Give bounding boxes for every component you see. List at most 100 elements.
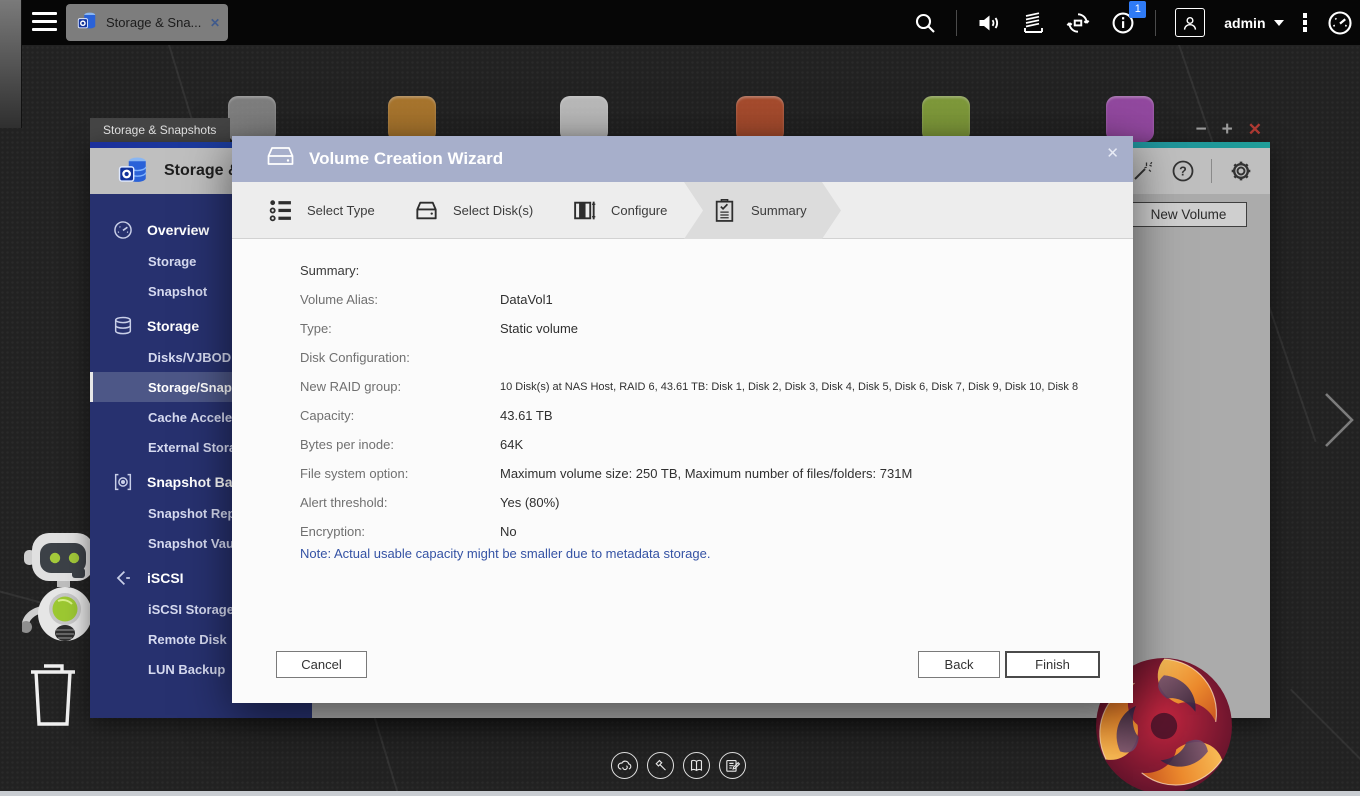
notification-badge: 1 [1129,1,1146,18]
svg-text:?: ? [1179,165,1187,179]
summary-label: Encryption: [300,524,500,539]
wizard-wand-icon[interactable] [1131,159,1155,183]
summary-value: 43.61 TB [500,408,553,423]
user-avatar-icon[interactable] [1175,8,1205,37]
tab-close-icon[interactable]: ✕ [210,16,220,30]
sidebar-item-label: LUN Backup [148,662,225,677]
recycle-bin-icon[interactable] [24,656,82,735]
list-icon [268,198,293,223]
summary-label: Alert threshold: [300,495,500,510]
new-volume-button[interactable]: New Volume [1130,202,1247,227]
top-bar-actions: 1 admin [913,0,1354,45]
wizard-steps-bar: Select Type Select Disk(s) Configure Summar… [232,182,1133,239]
summary-row-file-system-option: File system option:Maximum volume size: … [300,459,1100,488]
storage-snapshots-tab-icon [76,9,98,36]
sidebar-item-label: Storage [148,254,196,269]
background-tasks-icon[interactable] [1021,11,1046,35]
window-maximize-button[interactable]: + [1222,119,1233,141]
feedback-icon[interactable] [719,752,746,779]
wizard-step-select-disk-s: Select Disk(s) [414,182,533,239]
desktop-seam [1290,689,1360,782]
tab-label: Storage & Sna... [106,15,202,30]
sidebar-item-label: Snapshot [148,284,207,299]
checklist-icon [712,198,737,223]
step-label: Summary [751,203,807,218]
open-app-tab[interactable]: Storage & Sna... ✕ [66,4,228,41]
summary-value: DataVol1 [500,292,553,307]
summary-label: New RAID group: [300,379,500,394]
bottom-edge-strip [0,791,1360,796]
dashboard-gauge-icon[interactable] [1326,9,1354,37]
step-label: Configure [611,203,667,218]
summary-label: Volume Alias: [300,292,500,307]
notifications-info-icon[interactable]: 1 [1110,10,1136,36]
search-icon[interactable] [913,11,937,35]
desktop-dock [611,752,746,779]
topbar-divider [956,10,957,36]
summary-row-type: Type:Static volume [300,314,1100,343]
admin-user-menu[interactable]: admin [1224,15,1283,31]
summary-value: Static volume [500,321,578,336]
dialog-close-icon[interactable]: ✕ [1106,144,1119,162]
summary-row-volume-alias: Volume Alias:DataVol1 [300,285,1100,314]
storage-snapshots-app-icon [116,152,150,191]
drive-icon [266,145,295,173]
finish-button[interactable]: Finish [1005,651,1100,678]
dialog-header: Volume Creation Wizard ✕ [232,136,1133,182]
top-bar: Storage & Sna... ✕ [0,0,1360,45]
window-minimize-button[interactable]: − [1196,119,1207,141]
dialog-title: Volume Creation Wizard [309,149,503,169]
help-icon[interactable]: ? [1171,159,1195,183]
summary-value: 64K [500,437,523,452]
summary-row-disk-configuration: Disk Configuration: [300,343,1100,372]
wizard-step-summary: Summary [712,182,807,239]
book-icon[interactable] [683,752,710,779]
gauge-icon [112,219,134,241]
summary-value: Yes (80%) [500,495,560,510]
settings-gear-icon[interactable] [1228,158,1254,184]
camera-icon [112,471,134,493]
window-header-actions: ? [1131,148,1254,194]
summary-row-alert-threshold: Alert threshold:Yes (80%) [300,488,1100,517]
volume-speaker-icon[interactable] [976,11,1002,35]
sidebar-item-label: iSCSI Storage [148,602,234,617]
iscsi-icon [112,567,134,589]
sidebar-item-label: Remote Disk [148,632,227,647]
admin-username: admin [1224,15,1265,31]
database-icon [112,315,134,337]
cloud-icon[interactable] [611,752,638,779]
window-close-button[interactable]: ✕ [1248,119,1262,141]
summary-label: Disk Configuration: [300,350,500,365]
summary-label: Capacity: [300,408,500,423]
summary-note: Note: Actual usable capacity might be sm… [300,546,710,561]
window-title-tab[interactable]: Storage & Snapshots [90,118,230,142]
volume-creation-wizard-dialog: Volume Creation Wizard ✕ Select TypeSele… [232,136,1133,703]
sidebar-item-label: iSCSI [147,570,184,586]
sidebar-item-label: Overview [147,222,209,238]
external-device-sync-icon[interactable] [1065,10,1091,36]
back-button[interactable]: Back [918,651,1000,678]
summary-row-summary: Summary: [300,256,1100,285]
qts-desktop: Storage & Snapshots − + ✕ [0,0,1360,796]
sidebar-item-label: Storage [147,318,199,334]
summary-value: No [500,524,517,539]
tools-icon[interactable] [647,752,674,779]
columns-icon [572,198,597,223]
summary-row-encryption: Encryption:No [300,517,1100,546]
summary-row-capacity: Capacity:43.61 TB [300,401,1100,430]
step-label: Select Disk(s) [453,203,533,218]
summary-row-bytes-per-inode: Bytes per inode:64K [300,430,1100,459]
more-options-icon[interactable] [1303,11,1308,35]
dashboard-expand-chevron[interactable] [1318,388,1358,457]
wizard-step-select-type: Select Type [268,182,375,239]
window-controls: − + ✕ [1196,118,1262,142]
left-edge-panel [0,0,22,128]
summary-label: Summary: [300,263,500,278]
sidebar-item-label: Snapshot Vault [148,536,242,551]
chevron-down-icon [1274,20,1284,26]
summary-row-new-raid-group: New RAID group:10 Disk(s) at NAS Host, R… [300,372,1100,401]
summary-value: 10 Disk(s) at NAS Host, RAID 6, 43.61 TB… [500,381,1078,393]
cancel-button[interactable]: Cancel [276,651,367,678]
summary-label: Type: [300,321,500,336]
main-menu-icon[interactable] [32,12,57,32]
